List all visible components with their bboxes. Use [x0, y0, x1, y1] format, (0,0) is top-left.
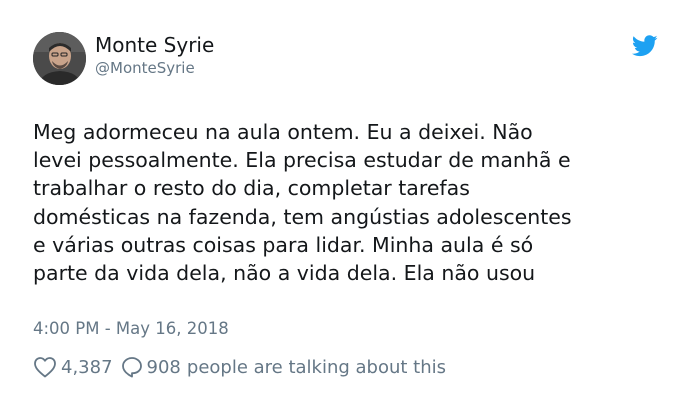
like-button[interactable]: 4,387 [33, 356, 121, 378]
avatar[interactable] [33, 32, 86, 85]
twitter-bird-icon[interactable] [631, 35, 658, 57]
profile-photo [33, 32, 86, 85]
tweet-line: trabalhar o resto do dia, completar tare… [33, 176, 470, 201]
author-display-name[interactable]: Monte Syrie [95, 33, 214, 57]
reply-count: 908 [146, 356, 181, 378]
tweet-line: parte da vida dela, não a vida dela. Ela… [33, 261, 536, 286]
reply-button[interactable]: 908 [121, 356, 181, 378]
divider [33, 345, 659, 346]
tweet-text: Meg adormeceu na aula ontem. Eu a deixei… [33, 118, 663, 287]
engagement-bar: 4,387 908 people are talking about this [33, 354, 446, 380]
tweet-line: levei pessoalmente. Ela precisa estudar … [33, 148, 571, 173]
tweet-card: Monte Syrie @MonteSyrie Meg adormeceu na… [0, 0, 690, 409]
like-count: 4,387 [61, 356, 113, 378]
tweet-line: e várias outras coisas para lidar. Minha… [33, 232, 534, 257]
tweet-line: domésticas na fazenda, tem angústias ado… [33, 204, 572, 229]
tweet-timestamp[interactable]: 4:00 PM - May 16, 2018 [33, 318, 229, 340]
tweet-line: Meg adormeceu na aula ontem. Eu a deixei… [33, 120, 533, 144]
talking-about-text[interactable]: people are talking about this [187, 357, 446, 378]
author-handle[interactable]: @MonteSyrie [95, 59, 195, 77]
speech-bubble-icon [121, 356, 143, 378]
heart-icon [33, 356, 57, 378]
